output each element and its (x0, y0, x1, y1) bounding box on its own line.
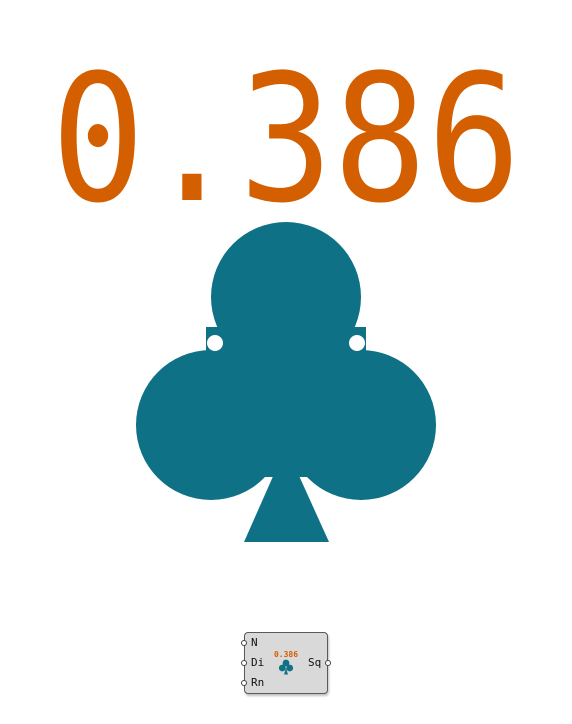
club-shape (136, 222, 436, 542)
input-label-n: N (251, 636, 258, 649)
output-label-sq: Sq (308, 656, 322, 669)
club-icon (136, 222, 436, 542)
input-port-di[interactable] (241, 660, 247, 666)
input-label-rn: Rn (251, 676, 265, 689)
output-port-sq[interactable] (325, 660, 331, 666)
input-label-di: Di (251, 656, 265, 669)
value-display: 0.386 (0, 38, 572, 218)
input-port-n[interactable] (241, 640, 247, 646)
club-icon (278, 659, 294, 675)
component-icon-value: 0.386 (273, 650, 299, 659)
club-component[interactable]: N Di Rn 0.386 Sq (241, 632, 331, 694)
value-text: 0.386 (51, 38, 521, 218)
value-display-svg: 0.386 (51, 38, 521, 218)
club-symbol (0, 215, 572, 555)
input-port-rn[interactable] (241, 680, 247, 686)
